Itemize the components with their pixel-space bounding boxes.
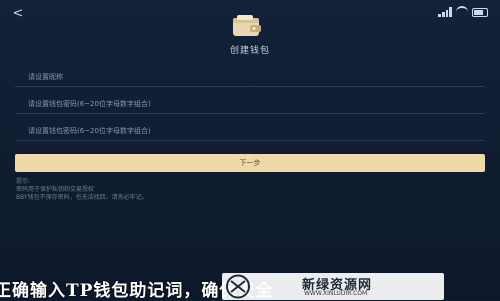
wallet-name-field[interactable] [15,64,485,87]
confirm-password-input[interactable] [15,121,485,141]
tips-block: 提示: 密码用于保护私钥和交易授权 BBY钱包不保存密码，也无法找回，请务必牢记… [16,178,476,202]
watermark-url: WWW.XINLUDIR.COM [304,290,368,297]
page-title: 创建钱包 [229,46,270,56]
tip-line: BBY钱包不保存密码，也无法找回，请务必牢记。 [16,194,148,201]
wallet-name-input[interactable] [15,67,485,87]
password-field[interactable] [15,91,485,114]
create-wallet-screen: < 创建钱包 下一步 提示: 密码用于保护私钥和交易授权 BBY钱包不保存密码，… [0,0,500,301]
signal-icon [438,7,452,17]
wifi-icon [456,6,468,18]
confirm-password-field[interactable] [15,118,485,141]
battery-icon [472,7,488,17]
tip-line: 提示: [16,178,31,185]
watermark: 新绿资源网 WWW.XINLUDIR.COM [222,273,444,300]
password-input[interactable] [15,94,485,114]
watermark-logo-icon [226,274,250,299]
status-bar [438,6,488,18]
wallet-icon [233,15,261,36]
tip-line: 密码用于保护私钥和交易授权 [16,186,95,193]
back-button[interactable]: < [10,6,26,22]
next-button[interactable]: 下一步 [15,154,485,172]
